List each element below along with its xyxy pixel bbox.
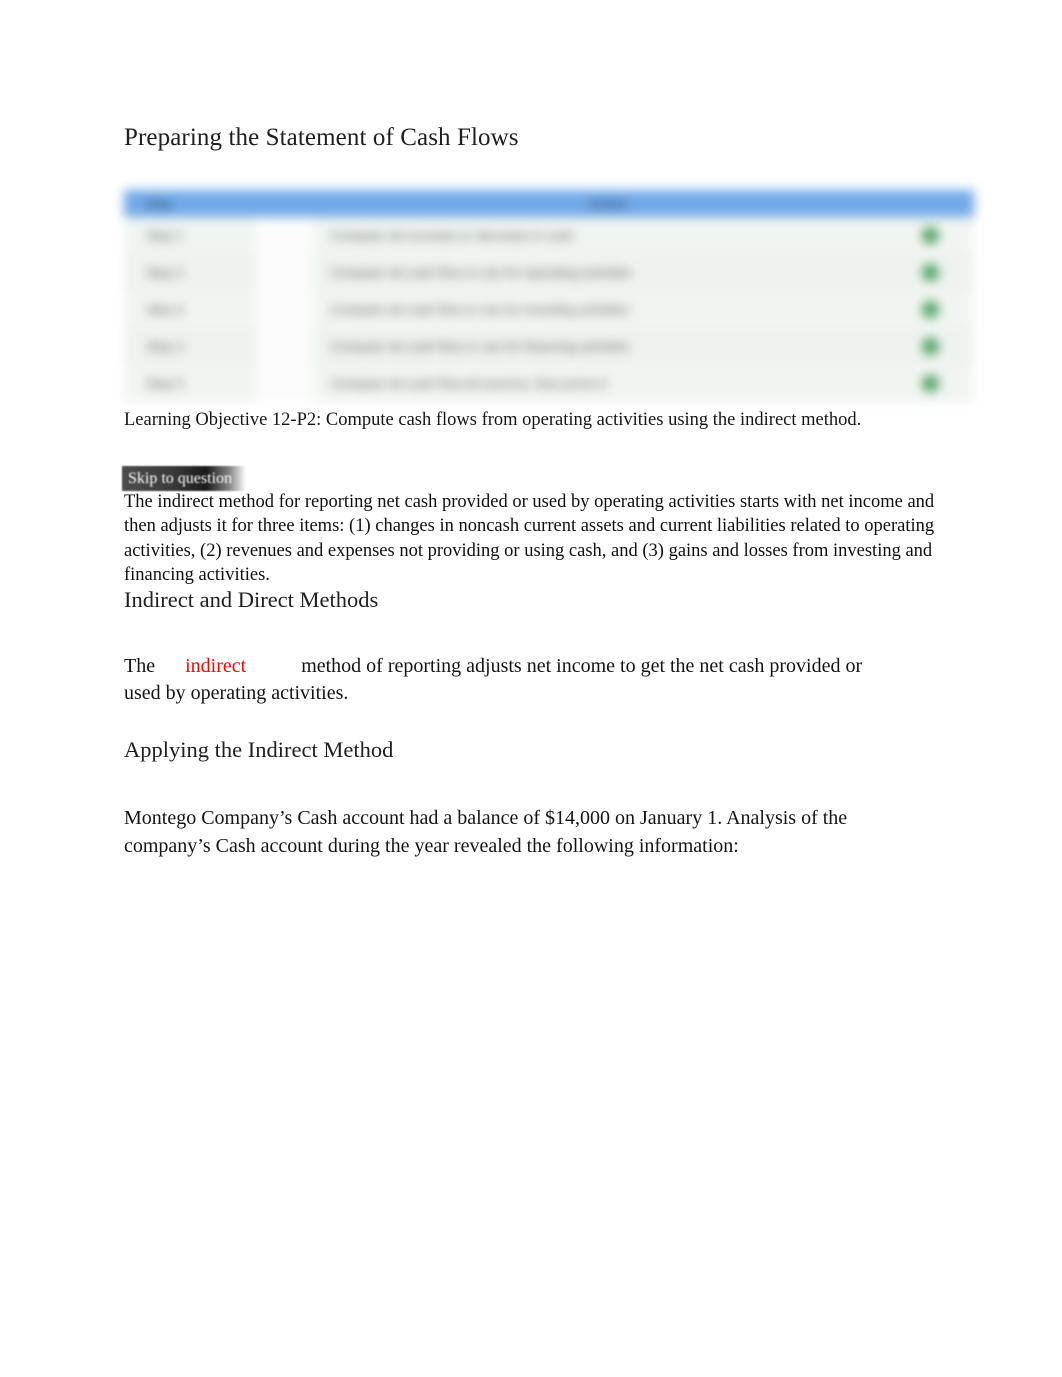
- cell-gap: [256, 365, 314, 402]
- column-header-marker: [886, 190, 974, 217]
- blank-rule-prefix: __: [160, 655, 180, 677]
- blank-sentence-before: The: [124, 655, 161, 677]
- cell-action: Compute net increase or decrease in cash: [330, 228, 575, 243]
- cell-marker: [886, 291, 974, 328]
- steps-table-header-row: Step Action: [124, 190, 974, 217]
- cell-step: Step 4: [146, 339, 184, 354]
- table-row: Step 4 Compute net cash flow or use for …: [124, 328, 974, 365]
- cell-marker: [886, 254, 974, 291]
- column-header-action: Action: [314, 190, 886, 217]
- section-heading-indirect-and-direct-methods: Indirect and Direct Methods: [124, 587, 379, 612]
- table-row: Step 2 Compute net cash flow or use for …: [124, 254, 974, 291]
- document-page: Preparing the Statement of Cash Flows St…: [0, 0, 1062, 1377]
- cell-gap: [256, 291, 314, 328]
- steps-table-body: Step 1 Compute net increase or decrease …: [124, 217, 974, 402]
- fill-in-the-blank-sentence: The __ indirect_____ method of reporting…: [124, 653, 864, 707]
- cell-gap: [256, 328, 314, 365]
- status-dot-icon: [921, 227, 939, 245]
- learning-objective-text: Learning Objective 12-P2: Compute cash f…: [124, 410, 862, 430]
- status-dot-icon: [921, 375, 939, 393]
- status-dot-icon: [921, 301, 939, 319]
- cell-marker: [886, 365, 974, 402]
- column-header-step: Step: [124, 190, 256, 217]
- cell-action: Compute net cash flow or use for investi…: [330, 302, 630, 317]
- steps-table-blur-layer: Step Action Step 1 Compute net increase …: [124, 190, 974, 408]
- cell-action: Compute net cash flow all sources, then …: [330, 376, 607, 391]
- cell-step: Step 1: [146, 228, 184, 243]
- status-dot-icon: [921, 338, 939, 356]
- status-dot-icon: [921, 264, 939, 282]
- cell-gap: [256, 217, 314, 254]
- indirect-method-paragraph: The indirect method for reporting net ca…: [124, 492, 935, 585]
- cell-step: Step 5: [146, 376, 184, 391]
- steps-table: Step Action Step 1 Compute net increase …: [124, 190, 974, 402]
- cell-action: Compute net cash flow or use for financi…: [330, 339, 630, 354]
- steps-table-figure: Step Action Step 1 Compute net increase …: [124, 190, 974, 408]
- blank-rule-suffix: _____: [246, 655, 296, 677]
- cell-action: Compute net cash flow or use for operati…: [330, 265, 633, 280]
- cell-marker: [886, 217, 974, 254]
- page-title: Preparing the Statement of Cash Flows: [124, 124, 519, 151]
- cell-step: Step 3: [146, 302, 184, 317]
- skip-to-question-label: Skip to question: [128, 469, 233, 487]
- cell-step: Step 2: [146, 265, 184, 280]
- table-row: Step 5 Compute net cash flow all sources…: [124, 365, 974, 402]
- skip-to-question-link[interactable]: Skip to question: [122, 466, 247, 491]
- blank-answer: indirect: [185, 655, 247, 677]
- table-row: Step 3 Compute net cash flow or use for …: [124, 291, 974, 328]
- montego-company-paragraph: Montego Company’s Cash account had a bal…: [124, 807, 848, 857]
- column-header-gap: [256, 190, 314, 217]
- cell-marker: [886, 328, 974, 365]
- section-heading-applying-the-indirect-method: Applying the Indirect Method: [124, 737, 394, 762]
- table-row: Step 1 Compute net increase or decrease …: [124, 217, 974, 254]
- cell-gap: [256, 254, 314, 291]
